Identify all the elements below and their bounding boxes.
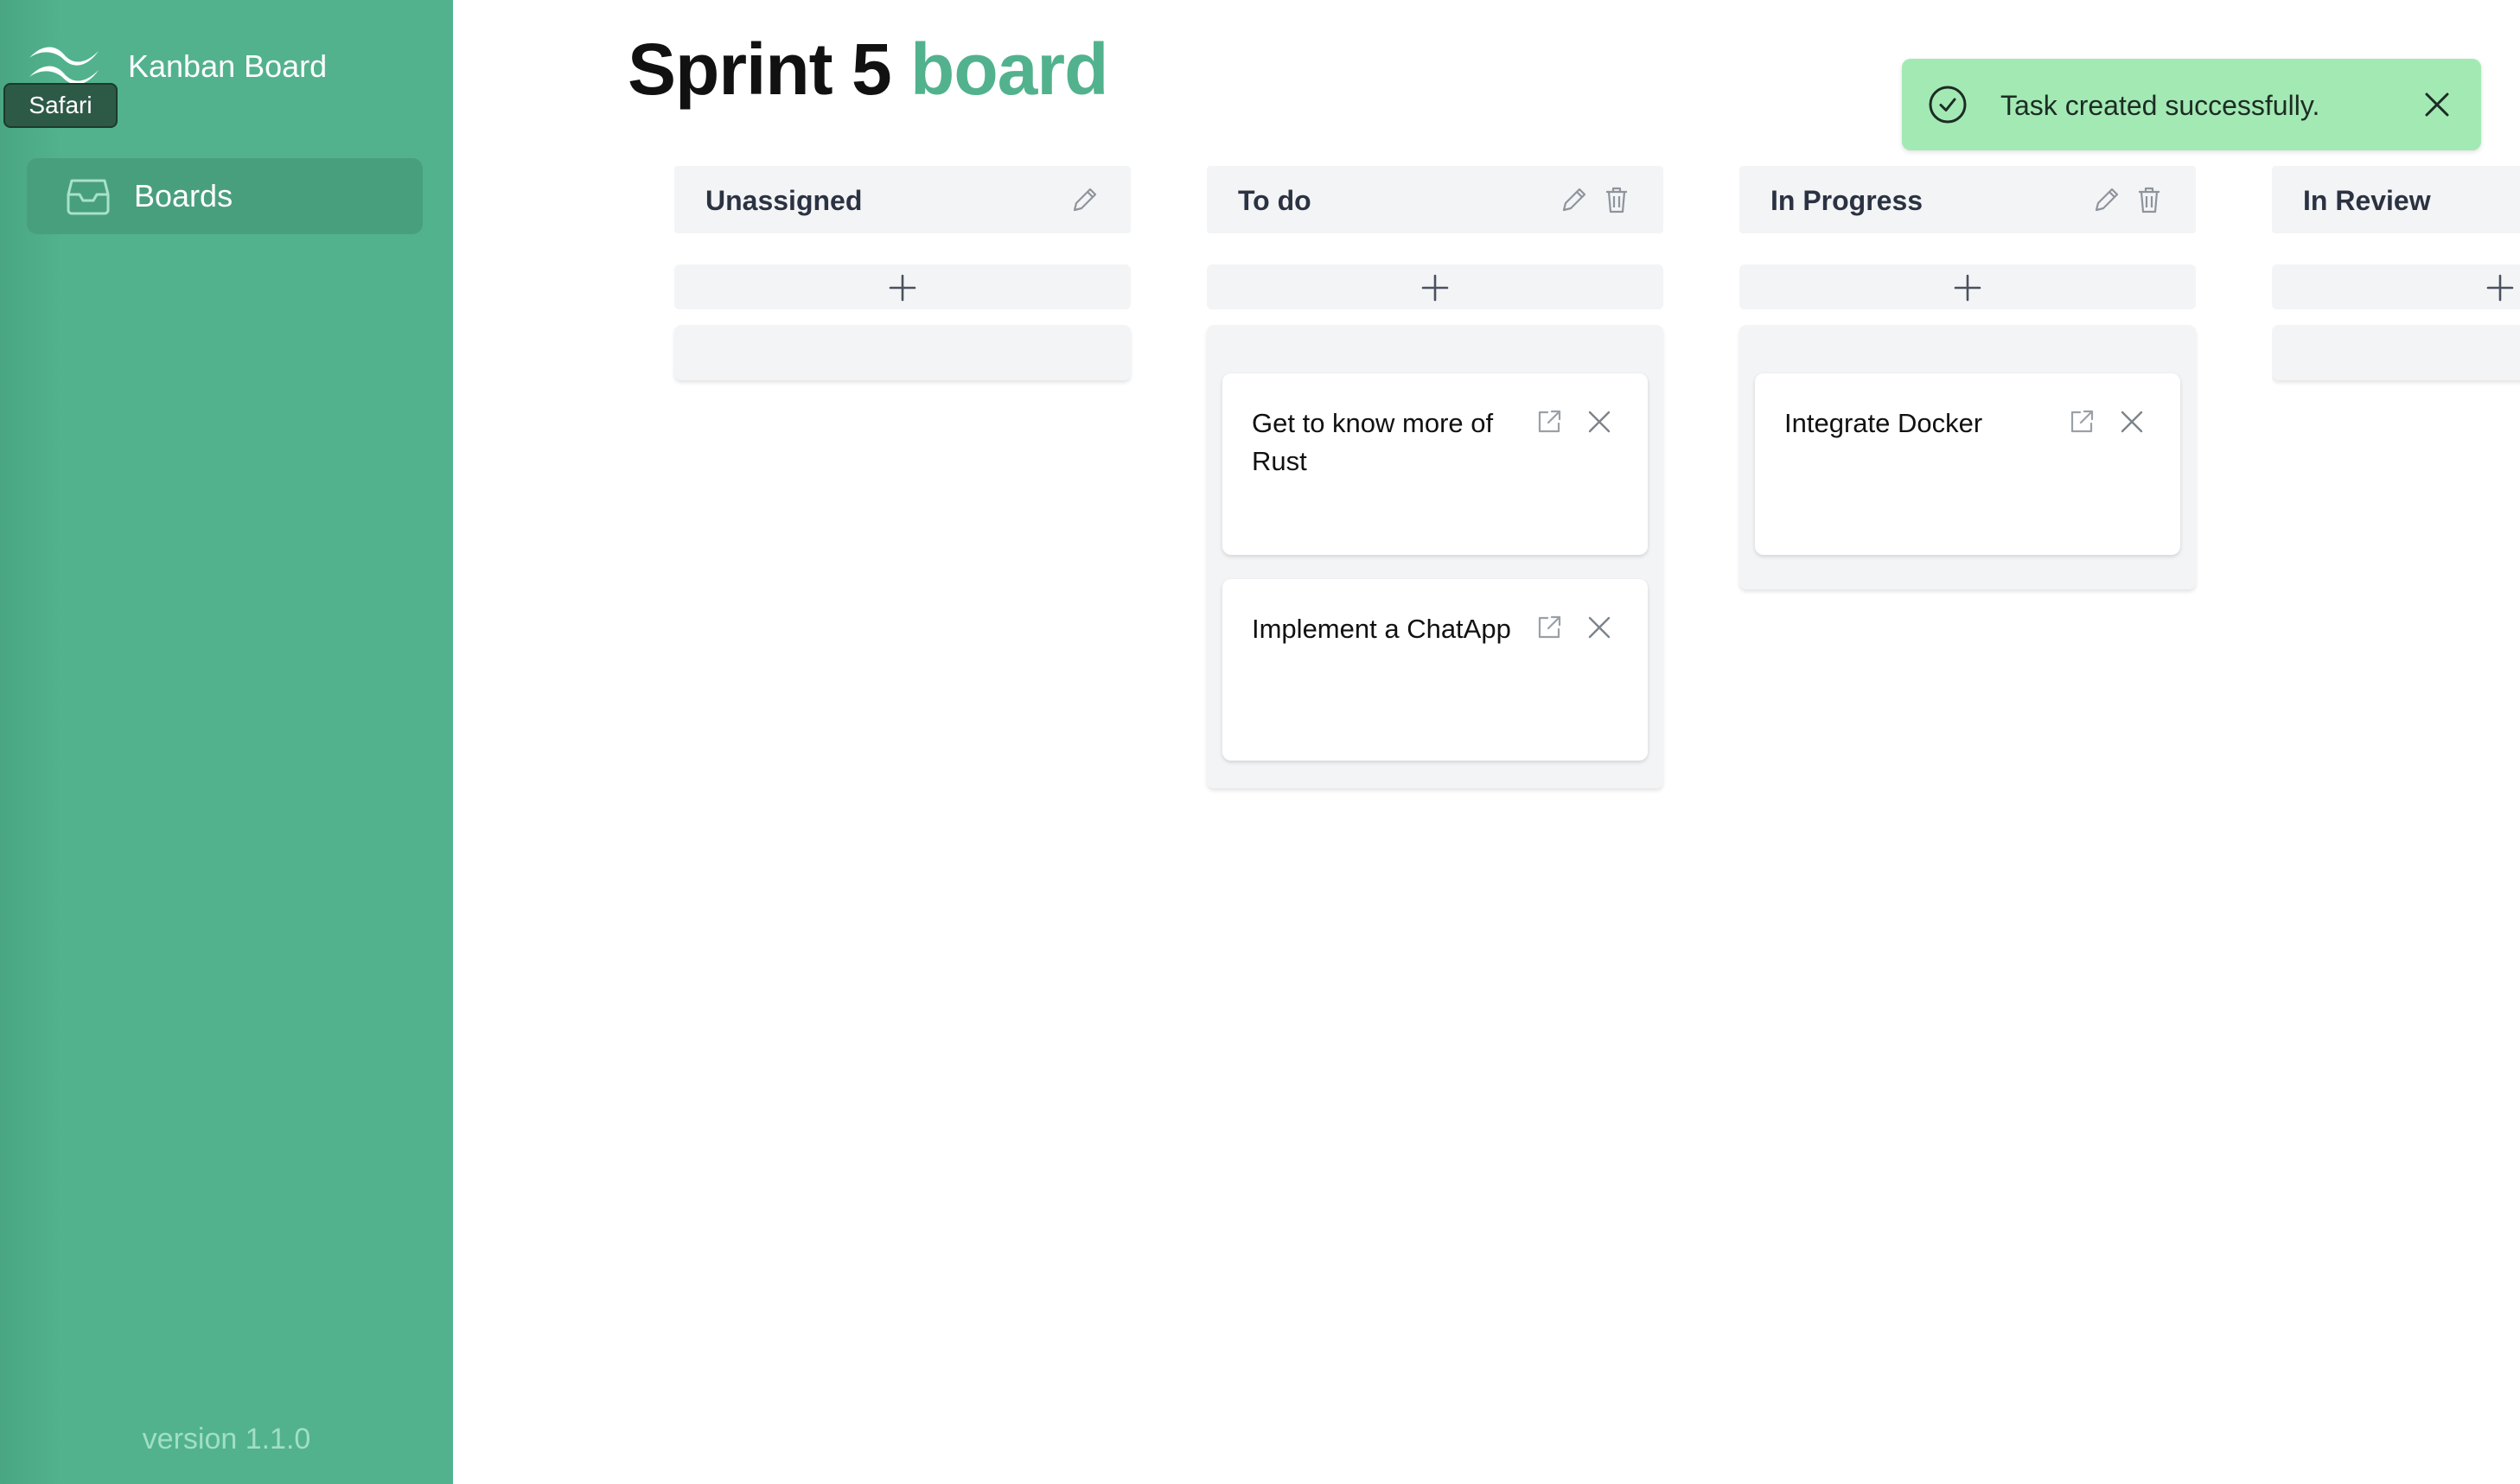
external-link-icon[interactable]	[1535, 614, 1563, 641]
column-drop-area[interactable]	[674, 325, 1131, 380]
wave-logo-icon	[29, 47, 99, 85]
toast-message: Task created successfully.	[2000, 90, 2320, 121]
external-link-icon[interactable]	[1535, 408, 1563, 436]
column-unassigned: Unassigned	[674, 166, 1131, 380]
column-drop-area[interactable]	[2272, 325, 2520, 380]
pencil-icon[interactable]	[1560, 185, 1589, 214]
plus-icon	[1954, 274, 1981, 302]
close-icon[interactable]	[1585, 408, 1613, 436]
add-task-button[interactable]	[1739, 264, 2196, 309]
success-toast: Task created successfully.	[1902, 59, 2481, 150]
check-circle-icon	[1929, 86, 1967, 124]
inbox-tray-icon	[67, 179, 110, 215]
page-title: Sprint 5 board	[628, 28, 1108, 111]
add-task-button[interactable]	[1207, 264, 1663, 309]
close-icon[interactable]	[1585, 614, 1613, 641]
app-title: Kanban Board	[128, 48, 328, 84]
column-title: To do	[1238, 185, 1311, 216]
task-title: Implement a ChatApp	[1252, 614, 1511, 644]
sidebar-item-label: Boards	[134, 178, 233, 213]
column-drop-area[interactable]: Get to know more of Rust Implement a Cha…	[1207, 325, 1663, 788]
column-to-do: To do Get to know more of Rust Implement…	[1207, 166, 1663, 788]
column-header: To do	[1207, 166, 1663, 233]
sidebar-item-boards[interactable]: Boards	[27, 158, 423, 234]
task-card[interactable]: Implement a ChatApp	[1222, 579, 1648, 761]
task-card[interactable]: Get to know more of Rust	[1222, 373, 1648, 555]
plus-icon	[889, 274, 916, 302]
close-icon[interactable]	[2422, 90, 2452, 119]
version-label: version 1.1.0	[142, 1423, 311, 1455]
pencil-icon[interactable]	[2092, 185, 2121, 214]
page-title-main: Sprint 5	[628, 29, 892, 110]
sidebar: Kanban Board Safari Boards version 1.1.0	[0, 0, 453, 1484]
plus-icon	[2486, 274, 2514, 302]
task-title: Get to know more of Rust	[1252, 408, 1494, 476]
column-in-review: In Review	[2272, 166, 2520, 391]
column-header: Unassigned	[674, 166, 1131, 233]
column-title: In Review	[2303, 185, 2431, 216]
column-title: Unassigned	[705, 185, 863, 216]
task-title: Integrate Docker	[1784, 408, 1983, 438]
trash-icon[interactable]	[2135, 185, 2163, 214]
plus-icon	[1421, 274, 1449, 302]
safari-tooltip: Safari	[3, 83, 118, 128]
column-drop-area[interactable]: Integrate Docker	[1739, 325, 2196, 589]
pencil-icon[interactable]	[1070, 185, 1100, 214]
external-link-icon[interactable]	[2068, 408, 2096, 436]
page-title-accent: board	[910, 29, 1108, 110]
task-card[interactable]: Integrate Docker	[1755, 373, 2180, 555]
column-header: In Review	[2272, 166, 2520, 233]
close-icon[interactable]	[2118, 408, 2146, 436]
column-in-progress: In Progress Integrate Docker	[1739, 166, 2196, 589]
add-task-button[interactable]	[674, 264, 1131, 309]
column-header: In Progress	[1739, 166, 2196, 233]
column-title: In Progress	[1770, 185, 1923, 216]
trash-icon[interactable]	[1603, 185, 1630, 214]
add-task-button[interactable]	[2272, 264, 2520, 309]
